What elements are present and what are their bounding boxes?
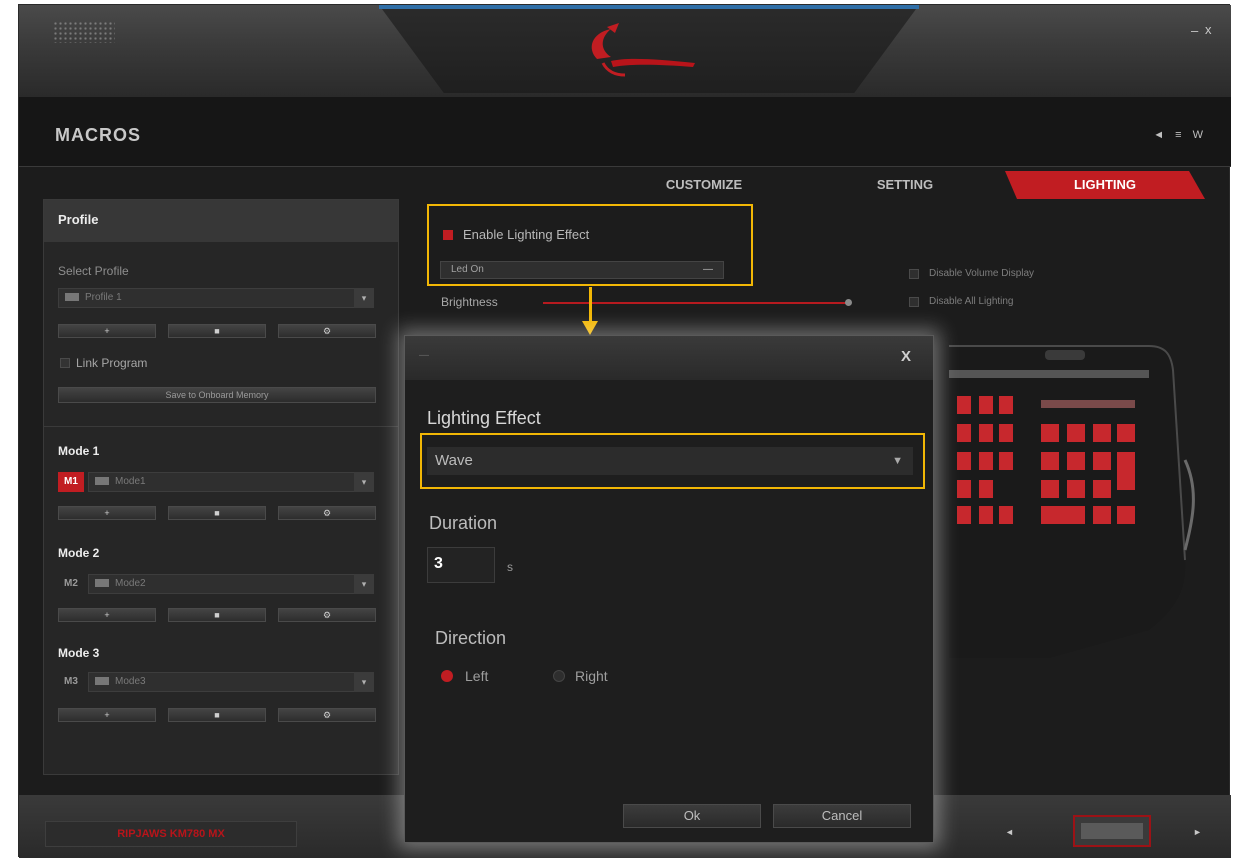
mode-1-select[interactable]: Mode1 ▾ [88,472,374,492]
chevron-down-icon[interactable]: ▾ [354,288,374,308]
top-header: – x [19,5,1231,97]
mode-1-title: Mode 1 [58,444,100,458]
disable-all-lighting-label: Disable All Lighting [929,296,1014,307]
mode-2-settings-button[interactable]: ⚙ [278,608,376,622]
direction-right-radio[interactable] [553,670,565,682]
dialog-header: — X [405,336,933,380]
header-accent-line [379,5,919,9]
ok-button[interactable]: Ok [623,804,761,828]
direction-label: Direction [435,628,507,648]
mode-3-title: Mode 3 [58,646,100,660]
dropdown-dash-icon[interactable]: — [703,262,713,278]
led-mode-select[interactable]: Led On — [440,261,724,279]
chevron-down-icon[interactable]: ▾ [354,574,374,594]
dialog-close-button[interactable]: X [901,348,911,365]
tab-lighting[interactable]: LIGHTING [1005,171,1205,199]
mode-3-add-button[interactable]: + [58,708,156,722]
keyboard-preview-image [949,345,1195,658]
duration-unit: s [507,560,513,574]
profile-sidebar: Profile Select Profile Profile 1 ▾ + ■ ⚙… [43,199,399,775]
minimize-button[interactable]: – [1191,23,1198,38]
mode-2-badge[interactable]: M2 [58,574,84,594]
mode-1-value: Mode1 [115,476,146,487]
lighting-effect-select[interactable]: Wave ▼ [427,447,913,475]
profile-icon [65,293,79,302]
brightness-label: Brightness [441,295,498,309]
chevron-down-icon[interactable]: ▾ [354,472,374,492]
profile-select[interactable]: Profile 1 ▾ [58,288,374,308]
disable-all-lighting-checkbox[interactable] [909,297,919,307]
led-mode-value: Led On [451,264,484,275]
enable-lighting-checkbox[interactable] [443,230,453,240]
mode-3-settings-button[interactable]: ⚙ [278,708,376,722]
mode-2-add-button[interactable]: + [58,608,156,622]
direction-left-radio[interactable] [441,670,453,682]
mode-1-delete-button[interactable]: ■ [168,506,266,520]
mode-icon [95,477,109,486]
chevron-down-icon[interactable]: ▾ [354,672,374,692]
disable-volume-display-checkbox[interactable] [909,269,919,279]
speaker-grille-icon [53,21,115,43]
chevron-down-icon[interactable]: ▼ [892,447,903,475]
mode-1-add-button[interactable]: + [58,506,156,520]
device-name-button[interactable]: RIPJAWS KM780 MX [45,821,297,847]
duration-input[interactable]: 3 [427,547,495,583]
annotation-arrow [589,287,592,323]
mode-2-value: Mode2 [115,578,146,589]
mode-1-button-row: + ■ ⚙ [58,506,376,520]
mode-2-title: Mode 2 [58,546,100,560]
device-thumbnail[interactable] [1073,815,1151,847]
enable-lighting-label: Enable Lighting Effect [463,227,590,242]
mode-3-select[interactable]: Mode3 ▾ [88,672,374,692]
mode-3-delete-button[interactable]: ■ [168,708,266,722]
mode-icon [95,579,109,588]
select-profile-label: Select Profile [58,264,129,278]
brand-logo-icon [591,23,695,77]
mode-3-button-row: + ■ ⚙ [58,708,376,722]
cancel-button[interactable]: Cancel [773,804,911,828]
delete-profile-button[interactable]: ■ [168,324,266,338]
mode-3-badge[interactable]: M3 [58,672,84,692]
mode-1-settings-button[interactable]: ⚙ [278,506,376,520]
previous-device-icon[interactable]: ◄ [1005,827,1014,837]
mode-2-delete-button[interactable]: ■ [168,608,266,622]
app-root: – x MACROS ◄ ≡ W CUSTOMIZE SETTING LIGHT… [0,0,1245,861]
disable-volume-display-label: Disable Volume Display [929,268,1035,279]
language-switcher[interactable]: ◄ ≡ W [1153,129,1207,141]
device-thumbnail-image [1081,823,1143,839]
mode-2-button-row: + ■ ⚙ [58,608,376,622]
link-program-label: Link Program [76,356,148,370]
lighting-effect-value: Wave [435,452,473,469]
mode-2-select[interactable]: Mode2 ▾ [88,574,374,594]
duration-label: Duration [429,513,498,533]
dialog-title: — [419,350,429,361]
lighting-effect-label: Lighting Effect [427,408,541,428]
tab-setting[interactable]: SETTING [855,171,955,199]
save-onboard-button[interactable]: Save to Onboard Memory [58,387,376,403]
annotation-arrow-head [582,321,598,335]
link-program-checkbox[interactable] [60,358,70,368]
title-bar: MACROS ◄ ≡ W [19,97,1231,167]
mode-icon [95,677,109,686]
profile-select-value: Profile 1 [85,292,122,303]
lighting-effect-dialog: — X Lighting Effect Wave ▼ Duration 3 s … [404,335,934,843]
direction-right-label: Right [575,668,608,684]
profile-header: Profile [44,200,398,242]
tab-customize[interactable]: CUSTOMIZE [619,171,789,199]
add-profile-button[interactable]: + [58,324,156,338]
page-title: MACROS [55,125,141,145]
mode-3-value: Mode3 [115,676,146,687]
mode-1-badge[interactable]: M1 [58,472,84,492]
profile-settings-button[interactable]: ⚙ [278,324,376,338]
brightness-slider-handle[interactable] [845,299,852,306]
tab-bar: CUSTOMIZE SETTING LIGHTING [19,171,1231,199]
close-window-button[interactable]: x [1205,22,1212,37]
next-device-icon[interactable]: ► [1193,827,1202,837]
divider [44,426,398,427]
direction-left-label: Left [465,668,489,684]
profile-button-row: + ■ ⚙ [58,324,376,338]
